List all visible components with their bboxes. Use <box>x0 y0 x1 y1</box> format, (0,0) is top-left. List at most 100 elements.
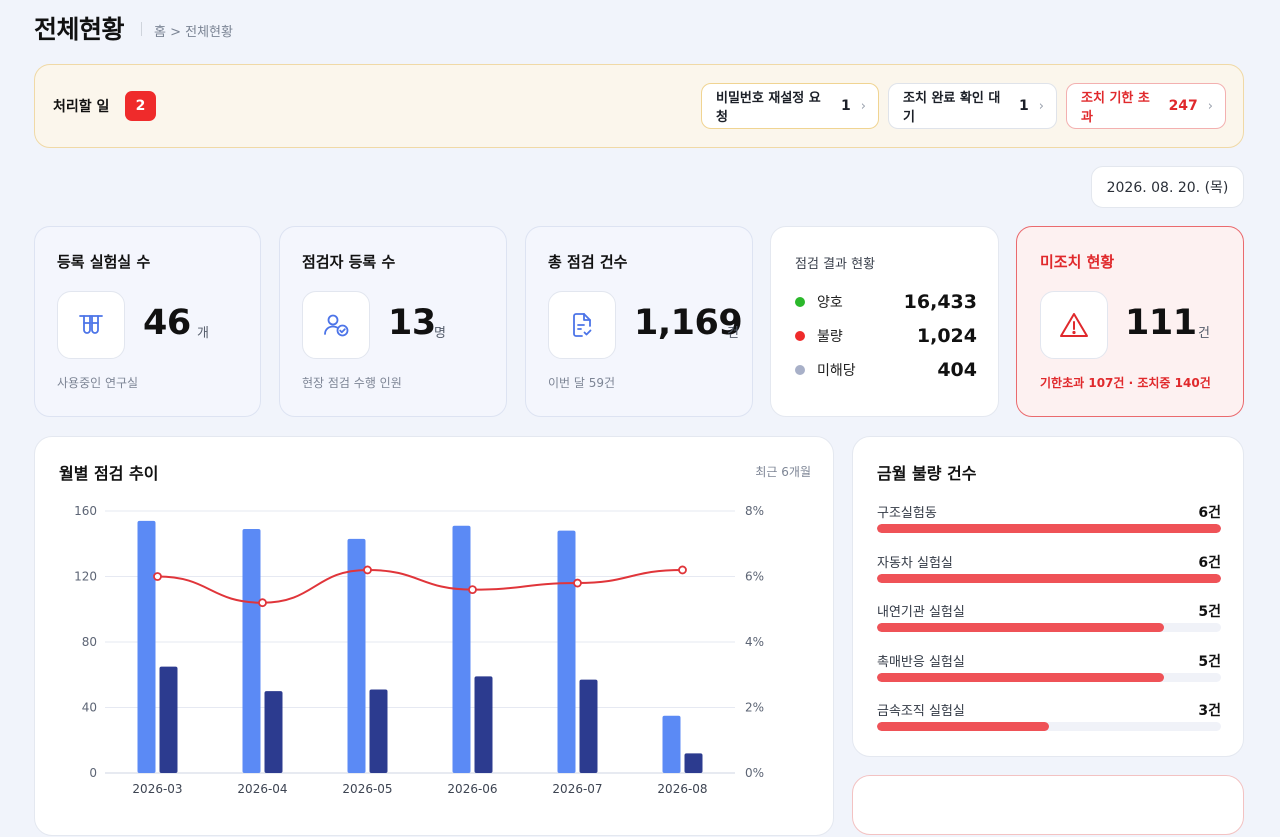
card-subtext: 현장 점검 수행 인원 <box>302 376 402 390</box>
defect-bar-fill <box>877 573 1221 583</box>
chip-count: 1 <box>841 98 851 114</box>
y-right-tick-label: 2% <box>745 701 764 715</box>
y-left-tick-label: 120 <box>74 570 97 584</box>
chevron-right-icon: › <box>1038 98 1044 114</box>
result-label: 양호 <box>817 295 843 311</box>
lab-tubes-icon <box>57 291 125 359</box>
defect-rate-line <box>157 568 683 604</box>
chart-bar <box>452 525 471 773</box>
stat-card-inspectors[interactable]: 점검자 등록 수 13 명 현장 점검 수행 인원 <box>279 226 507 417</box>
defect-row[interactable]: 자동차 실험실 6건 <box>877 552 1221 592</box>
x-tick-label: 2026-08 <box>657 782 707 796</box>
result-row-bad: 불량 1,024 <box>795 324 977 348</box>
card-title: 총 점검 건수 <box>548 253 628 271</box>
password-reset-request-chip[interactable]: 비밀번호 재설정 요청 1 › <box>701 83 879 129</box>
deadline-exceeded-chip[interactable]: 조치 기한 초과 247 › <box>1066 83 1226 129</box>
stat-unit: 명 <box>434 326 446 341</box>
chart-bar <box>579 679 598 773</box>
monthly-defects-card: 금월 불량 건수 구조실험동 6건 자동차 실험실 6건 내연기관 실험실 5건 촉매반응 … <box>852 436 1244 757</box>
breadcrumb[interactable]: 홈 > 전체현황 <box>154 21 233 40</box>
stat-card-labs[interactable]: 등록 실험실 수 46 개 사용중인 연구실 <box>34 226 261 417</box>
x-tick-label: 2026-07 <box>552 782 602 796</box>
chip-label: 조치 완료 확인 대기 <box>903 91 1001 125</box>
defect-bar-fill <box>877 672 1164 682</box>
result-row-na: 미해당 404 <box>795 358 977 382</box>
card-subtext: 이번 달 59건 <box>548 376 616 390</box>
result-label: 미해당 <box>817 363 856 379</box>
chart-bar <box>557 530 576 773</box>
card-title: 점검자 등록 수 <box>302 253 396 271</box>
chart-bar <box>684 753 703 773</box>
defect-lab-name: 촉매반응 실험실 <box>877 654 965 670</box>
stat-unit: 개 <box>197 326 209 341</box>
unresolved-status-card[interactable]: 미조치 현황 111 건 기한초과 107건 · 조치중 140건 <box>1016 226 1244 417</box>
defect-lab-name: 내연기관 실험실 <box>877 605 965 620</box>
stat-unit: 건 <box>1198 326 1210 341</box>
result-label: 불량 <box>817 329 843 345</box>
chip-count: 247 <box>1168 98 1198 114</box>
status-dot <box>795 365 805 375</box>
defect-lab-name: 금속조직 실험실 <box>877 704 965 719</box>
card-title: 미조치 현황 <box>1040 253 1115 271</box>
monthly-inspection-chart: 0 0% 40 2% 80 4% 120 6% 160 8% 2026-03 2026-04 2026-… <box>74 504 764 796</box>
stat-unit: 건 <box>727 326 739 341</box>
action-confirm-pending-chip[interactable]: 조치 완료 확인 대기 1 › <box>888 83 1057 129</box>
result-value: 16,433 <box>903 291 977 313</box>
x-tick-label: 2026-05 <box>342 782 392 796</box>
page-title: 전체현황 <box>34 15 125 44</box>
line-point <box>258 598 267 608</box>
defect-row[interactable]: 내연기관 실험실 5건 <box>877 601 1221 641</box>
y-left-tick-label: 160 <box>74 504 97 518</box>
defect-bar-track <box>877 524 1221 533</box>
card-title: 점검 결과 현황 <box>795 257 876 272</box>
stat-value: 111 <box>1125 303 1197 343</box>
result-value: 404 <box>937 359 977 381</box>
defect-lab-name: 자동차 실험실 <box>877 555 953 571</box>
date-display: 2026. 08. 20. (목) <box>1091 166 1244 208</box>
stat-card-inspections[interactable]: 총 점검 건수 1,169 건 이번 달 59건 <box>525 226 753 417</box>
defect-bar-track <box>877 623 1221 632</box>
chip-count: 1 <box>1019 98 1029 114</box>
chart-bar <box>137 520 156 773</box>
title-divider <box>141 22 142 36</box>
x-tick-label: 2026-06 <box>447 782 497 796</box>
defect-row[interactable]: 촉매반응 실험실 5건 <box>877 651 1221 691</box>
defect-row[interactable]: 금속조직 실험실 3건 <box>877 700 1221 740</box>
chip-label: 조치 기한 초과 <box>1081 91 1150 125</box>
defect-count: 5건 <box>1198 653 1221 670</box>
chart-bar <box>264 691 283 773</box>
defect-count: 6건 <box>1198 554 1221 571</box>
stat-value: 13 <box>388 303 436 343</box>
y-left-tick-label: 0 <box>89 766 97 780</box>
line-point <box>468 585 477 595</box>
defect-lab-name: 구조실험동 <box>877 506 937 521</box>
warning-icon <box>1040 291 1108 359</box>
defect-count: 6건 <box>1198 505 1221 521</box>
card-subtext: 사용중인 연구실 <box>57 376 139 390</box>
x-tick-label: 2026-04 <box>237 782 287 796</box>
defect-row[interactable]: 구조실험동 6건 <box>877 502 1221 542</box>
result-row-good: 양호 16,433 <box>795 290 977 314</box>
line-point <box>363 565 372 575</box>
chart-bar <box>369 689 388 773</box>
x-tick-label: 2026-03 <box>132 782 182 796</box>
defect-count: 3건 <box>1198 703 1221 719</box>
chevron-right-icon: › <box>860 98 866 114</box>
chart-bar <box>159 666 178 773</box>
user-check-icon <box>302 291 370 359</box>
y-right-tick-label: 6% <box>745 570 764 584</box>
inspection-result-card[interactable]: 점검 결과 현황 양호 16,433 불량 1,024 미해당 404 <box>770 226 999 417</box>
chart-bar <box>242 529 261 773</box>
todo-count-badge: 2 <box>125 91 156 121</box>
defect-bar-track <box>877 573 1221 583</box>
defect-bar-fill <box>877 623 1164 632</box>
line-point <box>678 565 687 575</box>
monthly-inspection-chart-card: 월별 점검 추이 최근 6개월 0 0% 40 2% 80 4% 120 6% 160 8% 202… <box>34 436 834 836</box>
card-title: 등록 실험실 수 <box>57 253 151 271</box>
line-point <box>573 578 582 588</box>
y-left-tick-label: 40 <box>82 701 97 715</box>
result-value: 1,024 <box>916 325 977 347</box>
y-left-tick-label: 80 <box>82 635 97 649</box>
defect-bar-fill <box>877 722 1049 731</box>
chart-bar <box>662 715 681 773</box>
